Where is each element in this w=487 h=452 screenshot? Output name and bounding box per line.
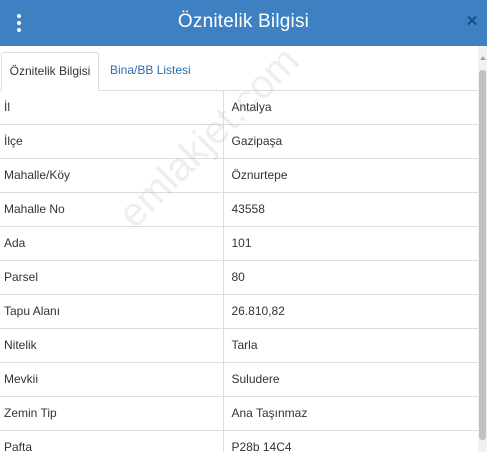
table-row: Tapu Alanı 26.810,82 xyxy=(0,294,478,329)
row-key: Pafta xyxy=(0,430,224,452)
panel-header: Öznitelik Bilgisi × xyxy=(0,0,487,46)
vertical-scrollbar[interactable] xyxy=(478,46,487,452)
table-row: Zemin Tip Ana Taşınmaz xyxy=(0,396,478,431)
table-row: Mevkii Suludere xyxy=(0,362,478,397)
row-key: Nitelik xyxy=(0,328,224,363)
row-key: Ada xyxy=(0,226,224,261)
row-key: İl xyxy=(0,90,224,125)
attribute-info-panel: Öznitelik Bilgisi × Öznitelik Bilgisi Bi… xyxy=(0,0,487,452)
row-value: P28b 14C4 xyxy=(223,430,478,452)
row-key: Mevkii xyxy=(0,362,224,397)
row-value: 26.810,82 xyxy=(223,294,478,329)
table-row: İlçe Gazipaşa xyxy=(0,124,478,159)
panel-title: Öznitelik Bilgisi xyxy=(177,11,310,32)
tab-bar: Öznitelik Bilgisi Bina/BB Listesi xyxy=(0,46,478,91)
row-value: Suludere xyxy=(223,362,478,397)
row-value: 101 xyxy=(223,226,478,261)
row-value: Antalya xyxy=(223,90,478,125)
row-value: 80 xyxy=(223,260,478,295)
table-row: İl Antalya xyxy=(0,90,478,125)
table-row: Mahalle/Köy Öznurtepe xyxy=(0,158,478,193)
table-row: Ada 101 xyxy=(0,226,478,261)
row-value: Tarla xyxy=(223,328,478,363)
scroll-thumb[interactable] xyxy=(479,70,486,440)
row-value: Ana Taşınmaz xyxy=(223,396,478,431)
row-key: Zemin Tip xyxy=(0,396,224,431)
row-key: Tapu Alanı xyxy=(0,294,224,329)
row-value: Gazipaşa xyxy=(223,124,478,159)
row-value: Öznurtepe xyxy=(223,158,478,193)
row-key: İlçe xyxy=(0,124,224,159)
table-row: Nitelik Tarla xyxy=(0,328,478,363)
tab-attribute-info[interactable]: Öznitelik Bilgisi xyxy=(1,52,99,91)
row-key: Mahalle No xyxy=(0,192,224,227)
attribute-table: İl Antalya İlçe Gazipaşa Mahalle/Köy Özn… xyxy=(0,90,478,452)
row-value: 43558 xyxy=(223,192,478,227)
row-key: Mahalle/Köy xyxy=(0,158,224,193)
table-row: Parsel 80 xyxy=(0,260,478,295)
tab-building-list[interactable]: Bina/BB Listesi xyxy=(110,52,191,90)
attribute-table-container: İl Antalya İlçe Gazipaşa Mahalle/Köy Özn… xyxy=(0,90,478,452)
row-key: Parsel xyxy=(0,260,224,295)
table-row: Mahalle No 43558 xyxy=(0,192,478,227)
close-icon[interactable]: × xyxy=(464,11,480,33)
table-row: Pafta P28b 14C4 xyxy=(0,430,478,452)
scroll-up-arrow-icon[interactable] xyxy=(480,56,486,60)
